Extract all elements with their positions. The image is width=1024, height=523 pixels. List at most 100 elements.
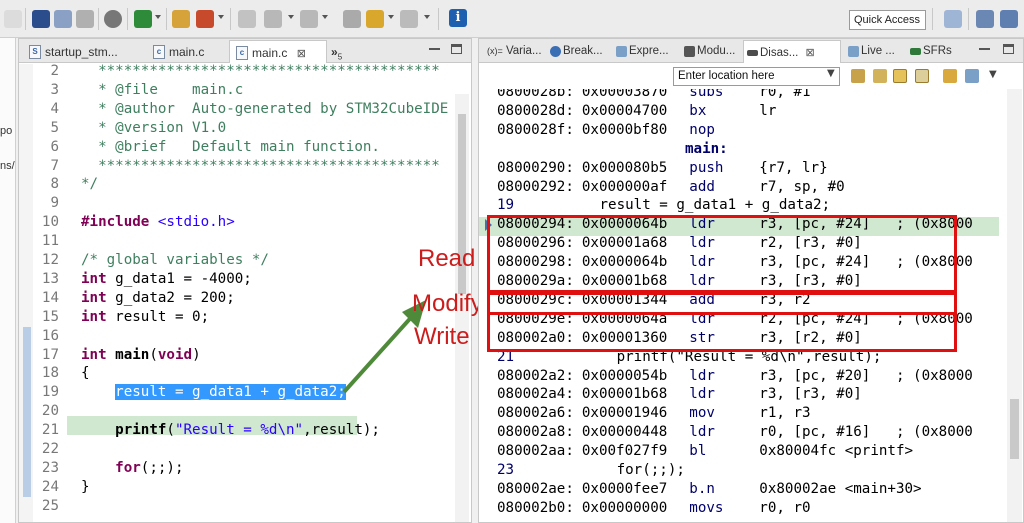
maximize-icon[interactable] [1003,44,1014,54]
code-line[interactable]: 4 * @author Auto-generated by STM32CubeI… [33,100,448,119]
close-icon[interactable]: ⊠ [806,47,815,59]
next-annotation-icon[interactable] [300,10,318,28]
tab-main-c[interactable]: c main.c [147,40,225,63]
code-line[interactable]: 7 **************************************… [33,157,439,176]
chevron-down-icon[interactable] [424,15,430,19]
code-line[interactable]: 25 [33,497,81,516]
chevron-down-icon[interactable]: ▼ [827,68,835,79]
disassembly-row[interactable]: 0800028f: 0x0000bf80 nop [497,121,759,140]
disassembly-row[interactable]: 0800028b: 0x00003870 subs r0, #1 [497,89,811,102]
code-line[interactable]: 11 [33,232,81,251]
code-line[interactable]: 16 [33,327,81,346]
code-text: /* global variables */ [81,252,269,268]
maximize-icon[interactable] [451,44,462,54]
tab-modules[interactable]: Modu... [681,40,735,63]
tab-breakpoints[interactable]: Break... [547,40,603,63]
step-return-icon[interactable] [76,10,94,28]
disassembly-row[interactable]: 080002a4: 0x00001b68 ldr r3, [r3, #0] [497,385,862,404]
debug-icon[interactable] [134,10,152,28]
chevron-down-icon[interactable] [288,15,294,19]
wand-icon[interactable] [196,10,214,28]
show-source-icon[interactable] [915,69,929,83]
quick-access-field[interactable]: Quick Access [849,10,926,30]
chevron-down-icon[interactable] [155,15,161,19]
view-menu-icon[interactable] [943,69,957,83]
tab-disassembly[interactable]: Disas... ⊠ [743,40,841,63]
disassembly-row[interactable]: 080002a8: 0x00000448 ldr r0, [pc, #16] ; (0… [497,423,973,442]
chevron-down-icon[interactable] [322,15,328,19]
home-icon[interactable] [873,69,887,83]
source-line-number: 19 [497,197,515,214]
tab-live-expressions[interactable]: Live ... [845,40,895,63]
tree-fragment[interactable]: po [0,125,12,137]
disassembly-row[interactable]: 0800028d: 0x00004700 bx lr [497,102,776,121]
code-line[interactable]: 12 /* global variables */ [33,251,269,270]
tab-variables[interactable]: (x)= Varia... [481,40,542,63]
annotation-icon[interactable] [264,10,282,28]
tab-sfrs[interactable]: SFRs [907,40,952,63]
forward-arrow-icon[interactable] [400,10,418,28]
disassembly-row[interactable]: 080002aa: 0x00f027f9 bl 0x80004fc <printf> [497,442,913,461]
code-line[interactable]: 6 * @brief Default main function. [33,138,380,157]
open-folder-icon[interactable] [172,10,190,28]
disassembly-row[interactable]: 19 result = g_data1 + g_data2; [497,196,830,215]
code-line[interactable]: 3 * @file main.c [33,81,243,100]
tab-main-c-active[interactable]: c main.c ⊠ [229,40,327,63]
step-into-icon[interactable] [32,10,50,28]
minimize-icon[interactable] [979,44,990,50]
code-line[interactable]: 9 [33,194,81,213]
minimize-icon[interactable] [429,44,440,50]
code-line[interactable]: 13 int g_data1 = -4000; [33,270,252,289]
disassembly-row[interactable]: 08000290: 0x000080b5 push {r7, lr} [497,159,828,178]
restart-icon[interactable] [104,10,122,28]
disassembly-row[interactable]: 080002a2: 0x0000054b ldr r3, [pc, #20] ; (0… [497,367,973,386]
info-icon[interactable]: i [449,9,467,27]
disassembly-area[interactable]: 0800028b: 0x00003870 subs r0, #1 0800028d: 0x… [479,89,1023,522]
code-line[interactable]: 24} [33,478,90,497]
pin-icon[interactable] [965,69,979,83]
code-line[interactable]: 20 [33,402,81,421]
code-line[interactable]: 14 int g_data2 = 200; [33,289,235,308]
back-history-icon[interactable] [343,10,361,28]
mnemonic: b.n [689,480,715,497]
step-over-icon[interactable] [54,10,72,28]
chevron-down-icon[interactable] [218,15,224,19]
code-line[interactable]: 2 **************************************… [33,64,439,81]
disassembly-row[interactable]: 080002ae: 0x0000fee7 b.n 0x80002ae <main+30… [497,480,922,499]
more-tabs-button[interactable]: »5 [321,40,342,63]
code-line[interactable]: 17 int main(void) [33,346,201,365]
tree-fragment[interactable]: ns/ [0,160,15,172]
code-line[interactable]: 5 * @version V1.0 [33,119,226,138]
address: 080002a6: [497,405,574,422]
c-cpp-perspective-icon[interactable] [976,10,994,28]
nav-icon[interactable] [4,10,22,28]
pen-icon[interactable] [238,10,256,28]
code-line[interactable]: 23 for(;;); [33,459,184,478]
close-icon[interactable]: ⊠ [297,48,306,60]
disassembly-row[interactable]: 080002a6: 0x00001946 mov r1, r3 [497,404,811,423]
go-to-pc-icon[interactable] [851,69,865,83]
chevron-down-icon[interactable] [388,15,394,19]
disassembly-row[interactable]: main: [497,140,728,159]
code-line[interactable]: 10 #include <stdio.h> [33,213,235,232]
back-arrow-icon[interactable] [366,10,384,28]
code-line[interactable]: 21 printf("Result = %d\n",result); [33,421,380,440]
debug-perspective-icon[interactable] [1000,10,1018,28]
chevron-down-icon[interactable]: ▼ [989,69,1003,83]
disassembly-row[interactable]: 23 for(;;); [497,461,685,480]
operands: 0x80002ae <main+30> [759,480,922,497]
location-input[interactable]: Enter location here [673,67,840,86]
disassembly-scroll-thumb[interactable] [1010,399,1019,459]
disassembly-row[interactable]: 080002b0: 0x00000000 movs r0, r0 [497,499,811,518]
open-perspective-icon[interactable] [944,10,962,28]
code-line[interactable]: 22 [33,440,81,459]
code-line[interactable]: 19 result = g_data1 + g_data2; [33,383,346,402]
code-line[interactable]: 8 */ [33,175,98,194]
code-line[interactable]: 15 int result = 0; [33,308,209,327]
disassembly-row[interactable]: 08000292: 0x000000af add r7, sp, #0 [497,178,845,197]
tab-startup-stm[interactable]: S startup_stm... [23,40,141,63]
tab-expressions[interactable]: Expre... [613,40,669,63]
code-line[interactable]: 18 { [33,364,90,383]
mnemonic: ldr [689,424,715,441]
link-with-editor-icon[interactable] [893,69,907,83]
